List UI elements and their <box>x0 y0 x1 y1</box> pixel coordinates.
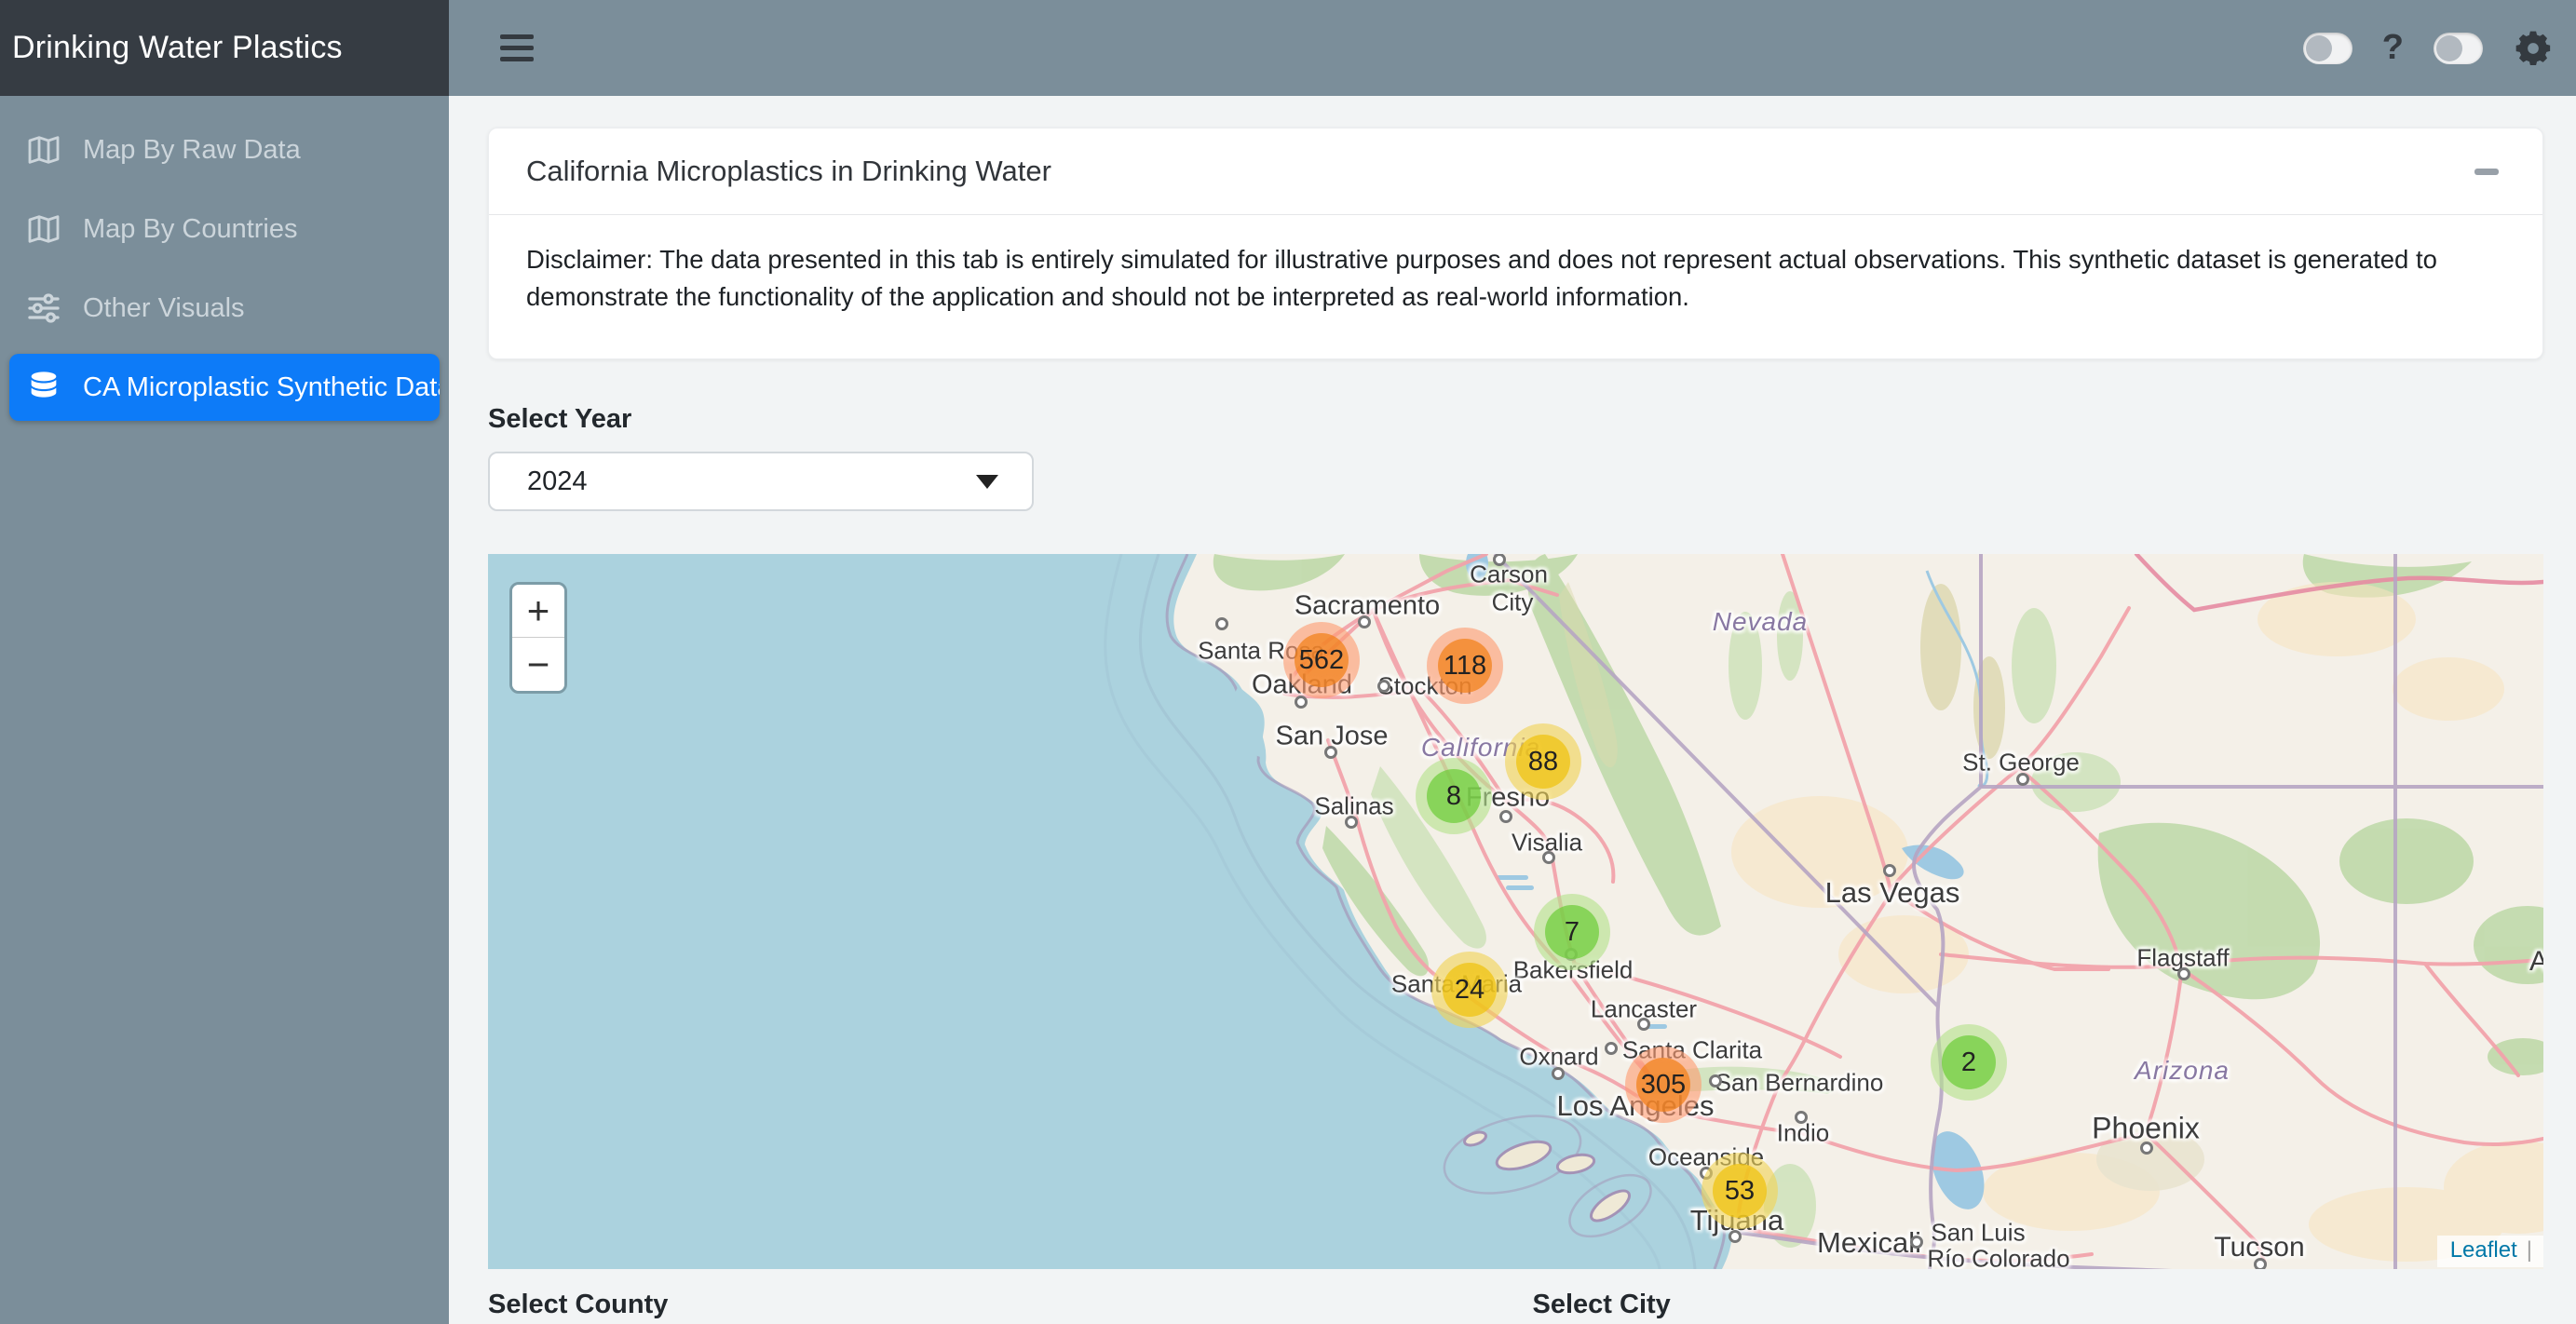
year-select[interactable]: 2024 <box>488 452 1034 511</box>
collapse-card-button[interactable] <box>2468 153 2505 190</box>
cluster-count: 88 <box>1516 735 1570 789</box>
cluster-count: 2 <box>1942 1035 1996 1089</box>
zoom-out-button[interactable]: − <box>512 638 564 691</box>
disclaimer-text: Disclaimer: The data presented in this t… <box>489 215 2529 358</box>
cluster-count: 118 <box>1438 639 1492 693</box>
cluster-marker-7[interactable]: 7 <box>1534 894 1610 970</box>
city-dot <box>1358 615 1371 628</box>
cluster-count: 8 <box>1427 769 1481 823</box>
city-dot <box>2016 773 2029 786</box>
sidebar-menu: Map By Raw Data Map By Countries Other V… <box>0 96 449 421</box>
select-city-label: Select City <box>1533 1290 2544 1320</box>
city-dot <box>2140 1142 2153 1155</box>
city-label: Las Vegas <box>1825 876 1960 910</box>
city-label: San Bernardino <box>1715 1069 1884 1098</box>
chevron-down-icon <box>976 475 998 489</box>
toggle-knob <box>2306 35 2332 61</box>
city-dot <box>1605 1042 1618 1055</box>
select-county-label: Select County <box>488 1290 1516 1320</box>
city-dot <box>2254 1258 2267 1269</box>
sidebar-item-ca-microplastic-synthetic-data[interactable]: CA Microplastic Synthetic Data <box>9 354 440 421</box>
state-label: Nevada <box>1713 607 1809 637</box>
city-dot <box>1637 1018 1650 1031</box>
cluster-marker-305[interactable]: 305 <box>1625 1047 1702 1123</box>
sidebar-item-label: Map By Raw Data <box>83 135 301 166</box>
cluster-count: 53 <box>1713 1164 1767 1218</box>
map-markers-layer: 562118888724305253 <box>488 554 2543 1269</box>
year-select-value: 2024 <box>527 466 588 497</box>
sidebar-item-other-visuals[interactable]: Other Visuals <box>9 275 440 342</box>
city-dot <box>1883 864 1896 877</box>
minus-icon <box>2474 169 2499 175</box>
page-content: California Microplastics in Drinking Wat… <box>449 96 2576 1324</box>
card-title: California Microplastics in Drinking Wat… <box>526 151 1051 192</box>
city-dot <box>2177 967 2190 980</box>
sidebar-item-label: Map By Countries <box>83 214 298 245</box>
city-dot <box>1795 1111 1808 1124</box>
map-attribution: Leaflet | <box>2437 1236 2543 1267</box>
cluster-marker-88[interactable]: 88 <box>1505 723 1581 800</box>
hamburger-icon[interactable] <box>500 34 534 61</box>
app-title: Drinking Water Plastics <box>0 0 449 96</box>
cluster-marker-2[interactable]: 2 <box>1931 1024 2007 1101</box>
cluster-marker-53[interactable]: 53 <box>1702 1153 1778 1229</box>
cluster-marker-24[interactable]: 24 <box>1431 952 1508 1028</box>
city-dot <box>1499 810 1512 823</box>
toggle-switch-1[interactable] <box>2303 33 2352 64</box>
city-dot <box>1729 1230 1742 1243</box>
sidebar-item-label: CA Microplastic Synthetic Data <box>83 372 440 403</box>
city-dot <box>1910 1236 1923 1249</box>
main-area: ? California Microplastics in Drinking W… <box>449 0 2576 1324</box>
sidebar-item-map-by-countries[interactable]: Map By Countries <box>9 196 440 263</box>
city-label: San Luis <box>1931 1219 2025 1248</box>
top-navbar: ? <box>449 0 2576 96</box>
cluster-count: 24 <box>1443 963 1497 1017</box>
sidebar: Drinking Water Plastics Map By Raw Data … <box>0 0 449 1324</box>
zoom-in-button[interactable]: + <box>512 585 564 638</box>
city-dot <box>1709 1074 1722 1088</box>
card-header: California Microplastics in Drinking Wat… <box>489 128 2542 215</box>
question-icon[interactable]: ? <box>2382 28 2404 68</box>
city-dot <box>1215 617 1228 630</box>
leaflet-map[interactable]: SacramentoCarsonCitySanta RosaOaklandSto… <box>488 554 2543 1269</box>
map-icon <box>25 131 62 169</box>
info-card: California Microplastics in Drinking Wat… <box>488 128 2543 359</box>
map-icon <box>25 210 62 248</box>
navbar-controls: ? <box>2303 28 2554 69</box>
cluster-marker-562[interactable]: 562 <box>1283 622 1360 698</box>
sidebar-item-label: Other Visuals <box>83 293 245 324</box>
city-dot <box>1345 816 1358 829</box>
city-dot <box>1542 851 1555 864</box>
city-dot <box>1377 680 1390 693</box>
attribution-separator: | <box>2527 1237 2532 1263</box>
app-root: Drinking Water Plastics Map By Raw Data … <box>0 0 2576 1324</box>
city-label: Phoenix <box>2092 1112 2200 1146</box>
city-label: City <box>1492 588 1534 617</box>
city-label: A <box>2529 946 2543 978</box>
map-zoom-control: + − <box>509 582 567 694</box>
toggle-switch-2[interactable] <box>2434 33 2483 64</box>
city-label: Mexicali <box>1817 1226 1921 1260</box>
sidebar-item-map-by-raw-data[interactable]: Map By Raw Data <box>9 116 440 183</box>
select-year-label: Select Year <box>488 404 2543 435</box>
city-label: Carson <box>1470 561 1548 589</box>
city-dot <box>1552 1067 1565 1080</box>
bottom-filter-row: Select County Select City <box>488 1290 2543 1320</box>
cluster-marker-118[interactable]: 118 <box>1427 628 1503 704</box>
city-dot <box>1324 746 1337 759</box>
cluster-marker-8[interactable]: 8 <box>1416 758 1492 834</box>
toggle-knob <box>2436 35 2462 61</box>
gear-icon[interactable] <box>2513 28 2554 69</box>
city-dot <box>1295 696 1308 709</box>
city-label: Río Colorado <box>1927 1245 2069 1270</box>
state-label: Arizona <box>2135 1056 2230 1086</box>
leaflet-link[interactable]: Leaflet <box>2450 1237 2517 1263</box>
cluster-count: 7 <box>1545 905 1599 959</box>
database-icon <box>25 369 62 406</box>
cluster-count: 305 <box>1636 1058 1690 1112</box>
sliders-icon <box>25 290 62 327</box>
cluster-count: 562 <box>1295 633 1349 687</box>
